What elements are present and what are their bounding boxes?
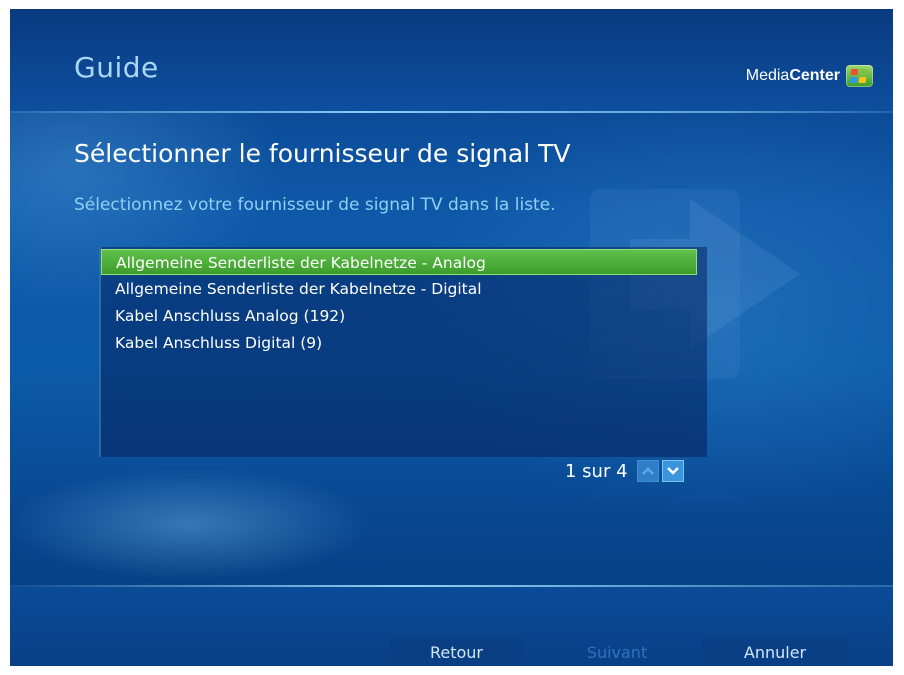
next-button[interactable]: Suivant [532, 639, 702, 666]
windows-flag-icon [846, 65, 873, 87]
brand-text-media: Media [745, 67, 790, 84]
list-item-label: Kabel Anschluss Digital (9) [115, 334, 323, 352]
page-subtitle: Sélectionnez votre fournisseur de signal… [74, 195, 556, 215]
page-up-button[interactable] [636, 460, 659, 482]
header-divider [10, 111, 893, 113]
back-button[interactable]: Retour [390, 639, 523, 666]
cancel-button[interactable]: Annuler [702, 639, 848, 666]
list-item[interactable]: Kabel Anschluss Analog (192) [101, 303, 697, 329]
chevron-up-icon [641, 467, 654, 475]
page-down-button[interactable] [661, 460, 684, 482]
list-item[interactable]: Kabel Anschluss Digital (9) [101, 330, 697, 356]
list-item[interactable]: Allgemeine Senderliste der Kabelnetze - … [101, 276, 697, 302]
list-item-label: Kabel Anschluss Analog (192) [115, 307, 346, 325]
list-item-label: Allgemeine Senderliste der Kabelnetze - … [115, 280, 482, 298]
pager: 1 sur 4 [565, 460, 684, 482]
list-item[interactable]: Allgemeine Senderliste der Kabelnetze - … [101, 249, 697, 275]
page-title: Sélectionner le fournisseur de signal TV [74, 139, 571, 168]
media-center-brand[interactable]: Media Center [746, 65, 873, 87]
section-title: Guide [74, 51, 159, 84]
provider-list: Allgemeine Senderliste der Kabelnetze - … [99, 247, 707, 457]
list-item-label: Allgemeine Senderliste der Kabelnetze - … [116, 254, 486, 272]
media-center-screen: Guide Media Center Sélectionner le fourni… [10, 9, 893, 666]
chevron-down-icon [666, 467, 679, 475]
brand-text-center: Center [789, 67, 840, 84]
page-indicator: 1 sur 4 [565, 460, 628, 482]
